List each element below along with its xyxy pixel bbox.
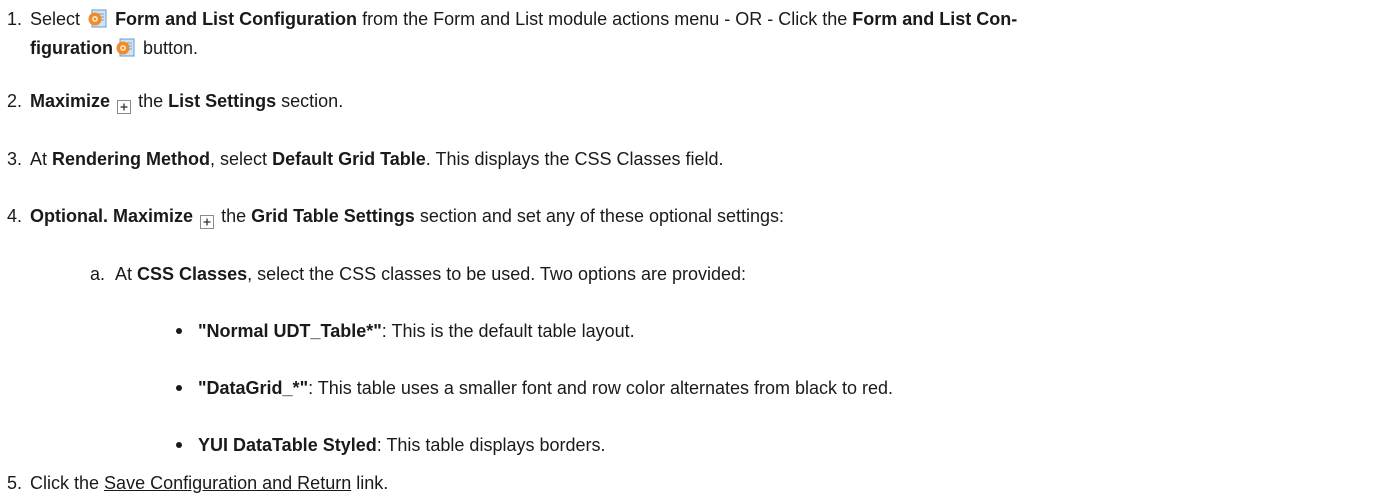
step-text: from the Form and List module actions me…	[362, 9, 848, 29]
step-text: the	[138, 91, 164, 111]
save-configuration-link[interactable]: Save Configuration and Return	[104, 473, 351, 493]
bullet-bold-text: "Normal UDT_Table*"	[198, 321, 382, 341]
substep-a: At CSS Classes, select the CSS classes t…	[115, 263, 746, 285]
step-2: Maximize the List Settings section.	[30, 90, 344, 114]
step-number: 2.	[7, 91, 23, 111]
step-bold-text: Rendering Method	[52, 149, 211, 169]
form-list-config-icon	[115, 37, 136, 58]
step-bold-text: Default Grid Table	[272, 149, 426, 169]
step-5: Click the Save Configuration and Return …	[30, 472, 388, 494]
substep-bold-text: CSS Classes	[137, 264, 248, 284]
bullet-bold-text: "DataGrid_*"	[198, 378, 309, 398]
step-text: At	[30, 149, 48, 169]
step-text: button.	[143, 38, 199, 58]
substep-text: At	[115, 264, 133, 284]
step-number: 1.	[7, 9, 23, 29]
step-4: Optional. Maximize the Grid Table Settin…	[30, 205, 785, 229]
step-text: Select	[30, 9, 81, 29]
step-number: 3.	[7, 149, 23, 169]
bullet-item: "Normal UDT_Table*": This is the default…	[198, 320, 635, 342]
step-text: the	[221, 206, 247, 226]
step-bold-text: Form and List Con-	[852, 9, 1018, 29]
form-list-config-icon	[87, 8, 108, 29]
substep-text: , select the CSS classes to be used. Two…	[247, 264, 747, 284]
bullet-item: YUI DataTable Styled: This table display…	[198, 434, 606, 456]
bullet-bold-text: YUI DataTable Styled	[198, 435, 377, 455]
step-number: 4.	[7, 206, 23, 226]
bullet-text: : This table displays borders.	[376, 435, 606, 455]
step-bold-text: Optional. Maximize	[30, 206, 194, 226]
step-1-line-1: Select Form and List Configuration from …	[30, 8, 1017, 30]
bullet-dot	[176, 442, 182, 448]
step-text: . This displays the CSS Classes field.	[425, 149, 724, 169]
step-bold-text: figuration	[30, 38, 113, 58]
substep-letter: a.	[90, 264, 106, 284]
bullet-text: : This is the default table layout.	[381, 321, 635, 341]
maximize-icon	[200, 212, 215, 229]
step-1-line-2: figuration button.	[30, 37, 198, 59]
step-text: section.	[281, 91, 344, 111]
bullet-dot	[176, 385, 182, 391]
step-bold-text: Form and List Configuration	[115, 9, 358, 29]
maximize-icon	[117, 97, 132, 114]
step-bold-text: List Settings	[168, 91, 277, 111]
step-bold-text: Grid Table Settings	[251, 206, 415, 226]
step-text: , select	[210, 149, 268, 169]
step-text: link.	[356, 473, 389, 493]
step-3: At Rendering Method, select Default Grid…	[30, 148, 724, 170]
step-text: section and set any of these optional se…	[419, 206, 785, 226]
bullet-item: "DataGrid_*": This table uses a smaller …	[198, 377, 893, 399]
step-number: 5.	[7, 473, 23, 493]
bullet-dot	[176, 328, 182, 334]
step-text: Click the	[30, 473, 100, 493]
bullet-text: : This table uses a smaller font and row…	[308, 378, 894, 398]
step-bold-text: Maximize	[30, 91, 111, 111]
